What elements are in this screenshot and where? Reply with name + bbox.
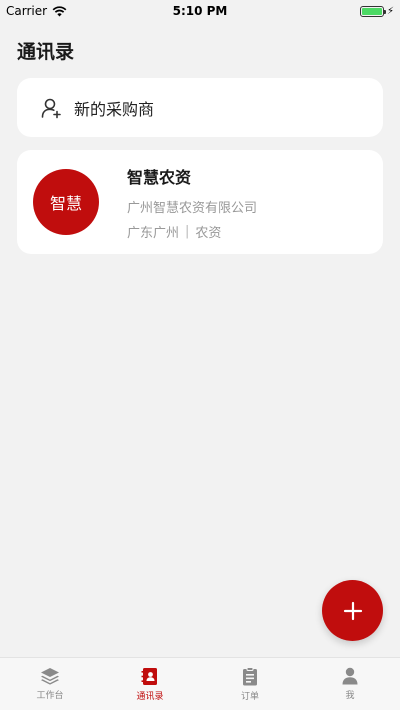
tab-workbench[interactable]: 工作台 [0,658,100,710]
contacts-book-icon [141,668,157,685]
new-supplier-label: 新的采购商 [74,99,155,119]
carrier-label: Carrier [6,4,48,18]
tab-bar: 工作台 通讯录 订单 我 [0,657,400,710]
contact-location: 广东广州 [127,225,180,241]
contact-card[interactable]: 智慧 智慧农资 广州智慧农资有限公司 广东广州 | 农资 [17,150,383,254]
contact-name: 智慧农资 [127,167,192,187]
battery-fill [361,7,382,15]
add-button[interactable] [322,580,383,641]
tab-label: 通讯录 [136,692,164,702]
status-left: Carrier [6,4,67,18]
avatar: 智慧 [33,169,99,235]
contact-company: 广州智慧农资有限公司 [127,200,258,216]
tab-label: 我 [345,691,355,701]
layers-icon [41,668,59,685]
status-bar: Carrier 5:10 PM ⚡ [0,0,400,22]
status-right: ⚡ [359,5,394,17]
tab-contacts[interactable]: 通讯录 [100,658,200,710]
plus-icon [343,601,362,620]
contact-category: 农资 [195,225,222,241]
new-supplier-button[interactable]: 新的采购商 [17,78,383,137]
clipboard-icon [243,667,257,686]
contact-info: 智慧农资 广州智慧农资有限公司 广东广州 | 农资 [127,164,257,241]
charging-icon: ⚡ [386,5,394,17]
contact-meta: 广东广州 | 农资 [127,222,257,241]
tab-orders[interactable]: 订单 [200,658,300,710]
avatar-text: 智慧 [49,194,82,213]
add-user-icon [41,98,61,118]
wifi-icon [52,5,67,16]
page-title: 通讯录 [17,41,75,63]
contact-separator: | [185,223,190,239]
tab-me[interactable]: 我 [300,658,400,710]
battery-icon [359,5,386,17]
person-icon [342,667,358,685]
tab-label: 订单 [240,692,259,702]
tab-label: 工作台 [36,691,64,701]
